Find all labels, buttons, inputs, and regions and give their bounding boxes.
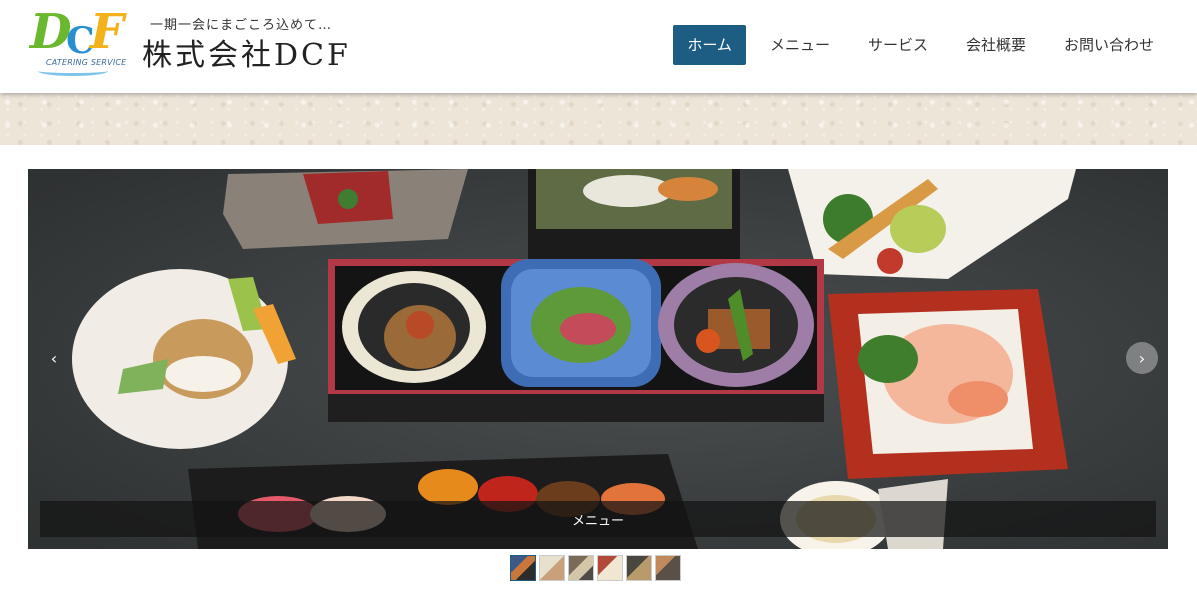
nav-company[interactable]: 会社概要: [952, 25, 1040, 65]
site-logo[interactable]: D C F CATERING SERVICE 一期一会にまごころ込めて… 株式会…: [28, 4, 373, 84]
nav-service[interactable]: サービス: [854, 25, 942, 65]
site-header: D C F CATERING SERVICE 一期一会にまごころ込めて… 株式会…: [0, 0, 1197, 93]
slide-thumbnail-4[interactable]: [597, 555, 623, 581]
slide-thumbnail-1[interactable]: [510, 555, 536, 581]
slide-caption-bar: メニュー: [40, 501, 1156, 537]
nav-home[interactable]: ホーム: [673, 25, 746, 65]
chevron-left-icon[interactable]: ‹: [38, 342, 70, 374]
slide-caption: メニュー: [571, 513, 624, 529]
dcf-logo-mark: D C F CATERING SERVICE: [28, 4, 138, 78]
nav-contact[interactable]: お問い合わせ: [1050, 25, 1168, 65]
company-name: 株式会社DCF: [142, 38, 351, 73]
slide-image-kaiseki-bento: [28, 169, 1168, 549]
logo-swoosh: [38, 66, 108, 76]
nav-menu[interactable]: メニュー: [756, 25, 844, 65]
slide-thumbnail-3[interactable]: [568, 555, 594, 581]
slide-thumbnail-2[interactable]: [539, 555, 565, 581]
hero-slider[interactable]: ‹ › メニュー: [28, 169, 1168, 549]
paper-texture-band: [0, 93, 1197, 145]
chevron-right-icon[interactable]: ›: [1126, 342, 1158, 374]
slide-thumbnail-6[interactable]: [655, 555, 681, 581]
logo-letter-f: F: [90, 4, 125, 60]
main-nav: ホーム メニュー サービス 会社概要 お問い合わせ: [663, 25, 1168, 65]
slide-thumbnail-5[interactable]: [626, 555, 652, 581]
slider-thumbnails: [510, 555, 684, 581]
